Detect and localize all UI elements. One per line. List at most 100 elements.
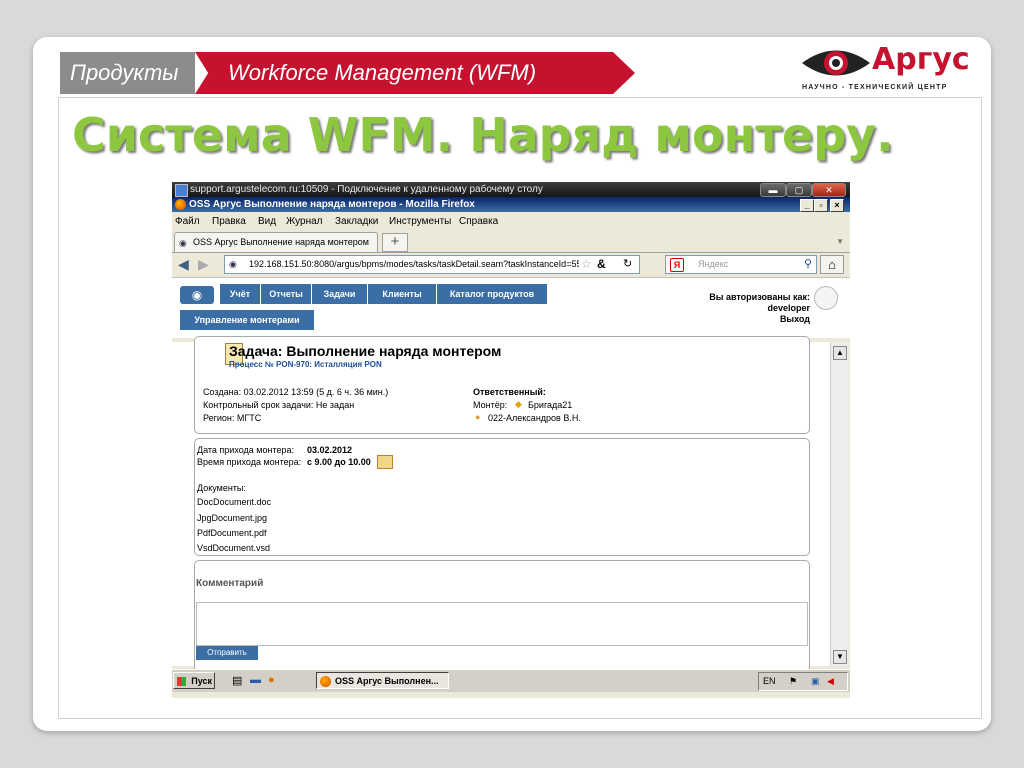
menu-bar: Файл Правка Вид Журнал Закладки Инструме… (172, 213, 850, 229)
nav-reports[interactable]: Отчеты (261, 284, 312, 304)
rdp-titlebar: support.argustelecom.ru:10509 - Подключе… (172, 182, 850, 197)
forward-icon[interactable]: ▶ (198, 256, 209, 273)
firefox-icon (175, 199, 186, 210)
language-indicator[interactable]: EN (763, 673, 776, 690)
new-tab-button[interactable]: + (382, 233, 408, 252)
comment-input[interactable] (196, 602, 808, 646)
quicklaunch-firefox-icon[interactable]: ● (268, 674, 275, 686)
arrival-time-label: Время прихода монтера: (197, 457, 302, 467)
responsible-label: Ответственный: (473, 387, 546, 397)
logo-name: Аргус (872, 42, 970, 77)
windows-taskbar: Пуск ▤ ▬ ● OSS Аргус Выполнен... EN ⚑ ▣ … (172, 669, 850, 692)
document-doc[interactable]: DocDocument.doc (197, 497, 271, 507)
send-button[interactable]: Отправить (196, 646, 258, 660)
firefox-title: OSS Аргус Выполнение наряда монтеров - M… (189, 199, 475, 210)
user-info: Вы авторизованы как: developer Выход (709, 292, 810, 325)
app-eye-logo-icon[interactable]: ◉ (180, 286, 214, 304)
arrival-date-label: Дата прихода монтера: (197, 445, 295, 455)
tab-oss-argus[interactable]: ◉ OSS Аргус Выполнение наряда монтером (174, 232, 378, 252)
breadcrumb-wfm-label: Workforce Management (WFM) (228, 60, 537, 85)
screenshot-window: support.argustelecom.ru:10509 - Подключе… (172, 182, 850, 698)
menu-file[interactable]: Файл (175, 216, 200, 227)
start-label: Пуск (191, 676, 212, 686)
content-scrollbar[interactable]: ▲ ▼ (830, 342, 849, 666)
eye-icon: ◉ (179, 238, 187, 248)
installer-label: Монтёр: (473, 400, 508, 410)
addon-icon[interactable]: & (597, 257, 606, 271)
bookmark-star-icon[interactable]: ☆ (581, 257, 592, 271)
firefox-icon (320, 676, 331, 687)
tray-monitor-icon[interactable]: ▣ (811, 673, 820, 690)
taskbar-firefox-label: OSS Аргус Выполнен... (335, 676, 439, 686)
app-header: ◉ Учёт Отчеты Задачи Клиенты Каталог про… (172, 277, 850, 338)
rdp-close-button[interactable]: ✕ (812, 183, 846, 197)
logo-subtitle: НАУЧНО - ТЕХНИЧЕСКИЙ ЦЕНТР (802, 84, 948, 91)
windows-flag-icon (177, 677, 186, 686)
menu-edit[interactable]: Правка (212, 216, 246, 227)
nav-product-catalog[interactable]: Каталог продуктов (437, 284, 548, 304)
task-created: Создана: 03.02.2012 13:59 (5 д. 6 ч. 36 … (203, 387, 389, 397)
menu-help[interactable]: Справка (459, 216, 498, 227)
start-button[interactable]: Пуск (173, 672, 215, 689)
task-deadline: Контрольный срок задачи: Не задан (203, 400, 355, 410)
document-vsd[interactable]: VsdDocument.vsd (197, 543, 270, 553)
firefox-titlebar: OSS Аргус Выполнение наряда монтеров - M… (172, 197, 850, 212)
ff-minimize-button[interactable]: _ (800, 199, 814, 212)
rdp-title: support.argustelecom.ru:10509 - Подключе… (190, 184, 543, 195)
tab-label: OSS Аргус Выполнение наряда монтером (193, 237, 369, 247)
user-prefix: Вы авторизованы как: (709, 292, 810, 302)
ff-close-button[interactable]: × (830, 199, 844, 212)
taskbar-firefox-button[interactable]: OSS Аргус Выполнен... (316, 672, 449, 689)
tab-list-chevron-icon[interactable]: ▼ (836, 237, 844, 246)
document-jpg[interactable]: JpgDocument.jpg (197, 513, 267, 523)
nav-clients[interactable]: Клиенты (368, 284, 437, 304)
back-icon[interactable]: ◀ (178, 256, 189, 273)
document-pdf[interactable]: PdfDocument.pdf (197, 528, 267, 538)
user-name: developer (767, 303, 810, 313)
person-icon: ● (475, 412, 481, 422)
rdp-maximize-button[interactable]: ▢ (786, 183, 812, 197)
comment-label: Комментарий (196, 578, 264, 589)
slide-title: Система WFM. Наряд монтеру. (72, 108, 894, 162)
quicklaunch-desktop-icon[interactable]: ▤ (232, 674, 242, 687)
tray-volume-icon[interactable]: ◀ (827, 673, 834, 690)
url-text: 192.168.151.50:8080/argus/bpms/modes/tas… (249, 259, 579, 269)
task-title: Задача: Выполнение наряда монтером (229, 343, 502, 359)
url-bar[interactable]: ◉ 192.168.151.50:8080/argus/bpms/modes/t… (224, 255, 640, 274)
tab-bar: ◉ OSS Аргус Выполнение наряда монтером +… (172, 230, 850, 253)
rdp-icon (175, 184, 188, 197)
eye-logo-icon (802, 50, 870, 76)
rdp-minimize-button[interactable]: ▬ (760, 183, 786, 197)
home-icon[interactable]: ⌂ (820, 255, 844, 274)
user-avatar[interactable] (814, 286, 838, 310)
menu-tools[interactable]: Инструменты (389, 216, 451, 227)
breadcrumb-products-label: Продукты (70, 60, 179, 85)
arrival-date: 03.02.2012 (307, 445, 353, 455)
ff-restore-button[interactable]: ▫ (814, 199, 828, 212)
yandex-icon: Я (670, 258, 684, 272)
task-content: Задача: Выполнение наряда монтером Проце… (172, 336, 832, 672)
reload-icon[interactable]: ↻ (623, 257, 632, 270)
quicklaunch-monitor-icon[interactable]: ▬ (250, 674, 261, 686)
site-identity-icon: ◉ (229, 259, 237, 269)
nav-tasks[interactable]: Задачи (312, 284, 368, 304)
argus-logo: Аргус НАУЧНО - ТЕХНИЧЕСКИЙ ЦЕНТР (800, 42, 970, 96)
installer-person[interactable]: 022-Александров В.Н. (488, 413, 581, 423)
scroll-down-icon[interactable]: ▼ (833, 650, 847, 664)
menu-bookmarks[interactable]: Закладки (335, 216, 378, 227)
process-link[interactable]: Процесс № PON-970: Исталляция PON (229, 360, 382, 369)
logout-link[interactable]: Выход (709, 314, 810, 325)
search-icon[interactable]: ⚲ (804, 257, 812, 270)
system-tray: EN ⚑ ▣ ◀ (758, 672, 848, 691)
installer-team[interactable]: Бригада21 (528, 400, 572, 410)
scroll-up-icon[interactable]: ▲ (833, 346, 847, 360)
menu-view[interactable]: Вид (258, 216, 276, 227)
nav-installer-management[interactable]: Управление монтерами (180, 310, 315, 330)
tray-network-icon[interactable]: ⚑ (789, 673, 797, 690)
nav-uchet[interactable]: Учёт (220, 284, 261, 304)
menu-history[interactable]: Журнал (286, 216, 323, 227)
calendar-icon[interactable] (377, 455, 393, 469)
task-details-panel: Дата прихода монтера: 03.02.2012 Время п… (194, 438, 810, 556)
arrival-time: с 9.00 до 10.00 (307, 457, 371, 467)
search-box[interactable]: Я Яндекс ⚲ (665, 255, 817, 274)
